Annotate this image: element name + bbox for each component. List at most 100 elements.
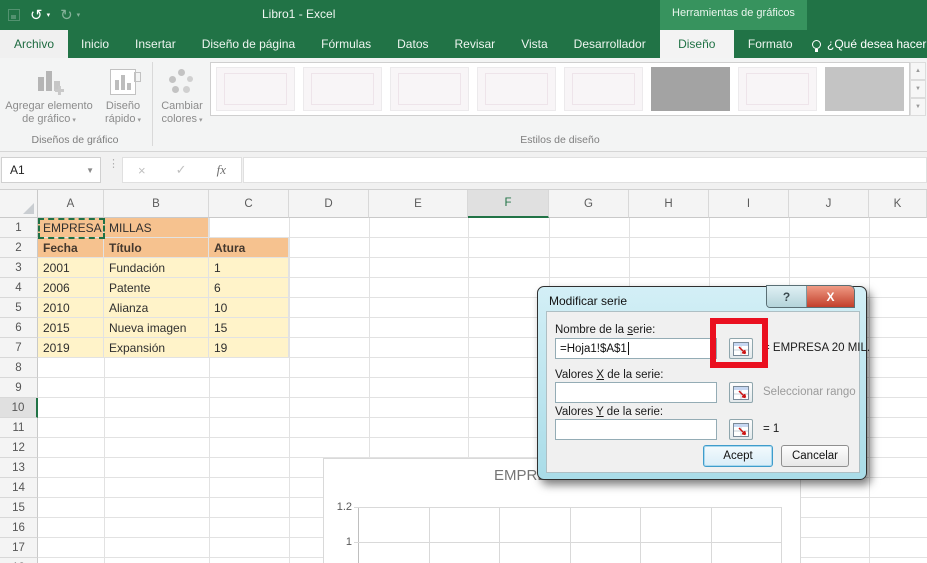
tell-me-box[interactable]: ¿Qué desea hacer — [812, 30, 927, 58]
row-header-6[interactable]: 6 — [0, 318, 38, 338]
chart-style-thumbnail-6[interactable] — [651, 67, 730, 111]
column-header-E[interactable]: E — [369, 190, 468, 218]
cell-C5[interactable]: 10 — [209, 298, 289, 318]
cancel-entry-icon[interactable]: × — [138, 163, 146, 178]
row-header-13[interactable]: 13 — [0, 458, 38, 478]
range-selector-button-1[interactable] — [729, 382, 753, 403]
select-all-corner[interactable] — [0, 190, 38, 218]
column-header-F[interactable]: F — [468, 190, 549, 218]
formula-input[interactable] — [243, 157, 927, 183]
tab-datos[interactable]: Datos — [384, 30, 441, 58]
tab-insertar[interactable]: Insertar — [122, 30, 189, 58]
chart-style-thumbnail-5[interactable] — [564, 67, 643, 111]
chart-style-thumbnail-8[interactable] — [825, 67, 904, 111]
row-header-12[interactable]: 12 — [0, 438, 38, 458]
row-header-11[interactable]: 11 — [0, 418, 38, 438]
insert-function-icon[interactable]: fx — [217, 162, 226, 178]
cell-C7[interactable]: 19 — [209, 338, 289, 358]
cell-A4[interactable]: 2006 — [38, 278, 104, 298]
row-header-8[interactable]: 8 — [0, 358, 38, 378]
range-selector-button-2[interactable] — [729, 419, 753, 440]
cell-A5[interactable]: 2010 — [38, 298, 104, 318]
chart-style-thumbnail-7[interactable] — [738, 67, 817, 111]
chart-gridline-vertical — [428, 507, 430, 563]
column-header-K[interactable]: K — [869, 190, 927, 218]
row-header-4[interactable]: 4 — [0, 278, 38, 298]
undo-icon[interactable]: ↺ — [30, 8, 43, 23]
formula-bar-buttons: × ✓ fx — [122, 157, 242, 183]
help-button[interactable]: ? — [767, 286, 807, 307]
row-header-14[interactable]: 14 — [0, 478, 38, 498]
formula-bar-divider: ⋮ — [108, 158, 119, 170]
gallery-scroll-up-icon[interactable]: ▲ — [910, 62, 926, 80]
chart-style-thumbnail-3[interactable] — [390, 67, 469, 111]
cell-C6[interactable]: 15 — [209, 318, 289, 338]
cell-C4[interactable]: 6 — [209, 278, 289, 298]
change-colors-button[interactable]: Cambiar colores ▾ — [156, 60, 208, 146]
cell-A6[interactable]: 2015 — [38, 318, 104, 338]
chart-style-thumbnail-4[interactable] — [477, 67, 556, 111]
accept-button[interactable]: Acept — [703, 445, 773, 467]
tab-diseño[interactable]: Diseño — [660, 30, 734, 58]
row-header-1[interactable]: 1 — [0, 218, 38, 238]
lightbulb-icon — [812, 39, 821, 52]
cell-C3[interactable]: 1 — [209, 258, 289, 278]
cell-B1[interactable]: MILLAS — [104, 218, 209, 238]
chart-style-thumbnail-1[interactable] — [216, 67, 295, 111]
dialog-field-input-2[interactable] — [555, 419, 717, 440]
redo-icon[interactable]: ↻ — [60, 8, 73, 23]
tab-archivo[interactable]: Archivo — [0, 30, 69, 58]
row-header-5[interactable]: 5 — [0, 298, 38, 318]
row-header-7[interactable]: 7 — [0, 338, 38, 358]
column-header-A[interactable]: A — [38, 190, 104, 218]
dialog-field-label-2: Valores Y de la serie: — [555, 406, 664, 418]
gallery-more-icon[interactable]: ▼ — [910, 98, 926, 116]
cell-B7[interactable]: Expansión — [104, 338, 209, 358]
column-header-J[interactable]: J — [789, 190, 869, 218]
tab-vista[interactable]: Vista — [508, 30, 560, 58]
row-header-17[interactable]: 17 — [0, 538, 38, 558]
column-header-B[interactable]: B — [104, 190, 209, 218]
row-header-16[interactable]: 16 — [0, 518, 38, 538]
cell-A7[interactable]: 2019 — [38, 338, 104, 358]
cell-B2[interactable]: Título — [104, 238, 209, 258]
name-box-dropdown-icon[interactable]: ▼ — [86, 166, 94, 175]
row-header-3[interactable]: 3 — [0, 258, 38, 278]
cell-B6[interactable]: Nueva imagen — [104, 318, 209, 338]
cell-A2[interactable]: Fecha — [38, 238, 104, 258]
cell-B4[interactable]: Patente — [104, 278, 209, 298]
dialog-field-input-1[interactable] — [555, 382, 717, 403]
close-button[interactable]: X — [807, 286, 854, 307]
tab-revisar[interactable]: Revisar — [442, 30, 509, 58]
column-header-G[interactable]: G — [549, 190, 629, 218]
tab-desarrollador[interactable]: Desarrollador — [561, 30, 659, 58]
confirm-entry-icon[interactable]: ✓ — [176, 162, 187, 178]
dialog-field-input-0[interactable]: =Hoja1!$A$1 — [555, 338, 717, 359]
tab-formato[interactable]: Formato — [734, 30, 808, 58]
column-header-H[interactable]: H — [629, 190, 709, 218]
column-header-D[interactable]: D — [289, 190, 369, 218]
tab-dise-o-de-p-gina[interactable]: Diseño de página — [189, 30, 308, 58]
row-header-9[interactable]: 9 — [0, 378, 38, 398]
cell-B3[interactable]: Fundación — [104, 258, 209, 278]
column-header-C[interactable]: C — [209, 190, 289, 218]
gridline — [869, 218, 870, 563]
save-icon[interactable] — [8, 9, 20, 21]
cancel-button[interactable]: Cancelar — [781, 445, 849, 467]
tab-inicio[interactable]: Inicio — [68, 30, 122, 58]
row-header-15[interactable]: 15 — [0, 498, 38, 518]
name-box[interactable]: A1 ▼ — [1, 157, 101, 183]
button-label: Agregar elemento — [5, 100, 93, 112]
column-header-I[interactable]: I — [709, 190, 789, 218]
chart-style-thumbnail-2[interactable] — [303, 67, 382, 111]
gallery-scroll-down-icon[interactable]: ▼ — [910, 80, 926, 98]
cell-A3[interactable]: 2001 — [38, 258, 104, 278]
row-header-10[interactable]: 10 — [0, 398, 38, 418]
cell-B5[interactable]: Alianza — [104, 298, 209, 318]
undo-dropdown-icon[interactable]: ▾ — [47, 11, 51, 19]
qat-customize-icon[interactable]: ▾ — [77, 11, 81, 19]
tab-f-rmulas[interactable]: Fórmulas — [308, 30, 384, 58]
row-header-2[interactable]: 2 — [0, 238, 38, 258]
cell-C2[interactable]: Atura — [209, 238, 289, 258]
row-header-18[interactable]: 18 — [0, 558, 38, 563]
